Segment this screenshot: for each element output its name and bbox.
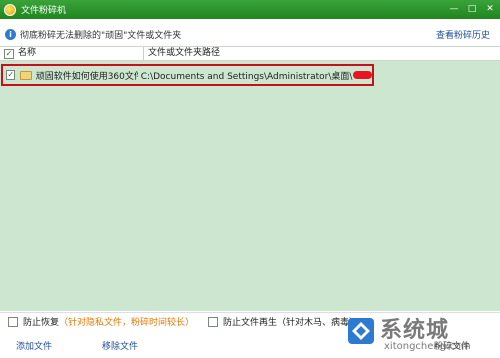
- shredder-app-icon: [4, 3, 16, 16]
- table-row[interactable]: ✓ 顽固软件如何使用360文件... C:\Documents and Sett…: [1, 64, 374, 86]
- file-path: C:\Documents and Settings\Administrator\…: [140, 71, 353, 82]
- title-bar: 文件粉碎机 — □ ✕: [0, 0, 500, 19]
- prevent-recovery-label: 防止恢复（针对隐私文件，粉碎时间较长）: [23, 315, 194, 328]
- row-checkbox[interactable]: ✓: [6, 70, 16, 80]
- folder-icon: [20, 70, 32, 80]
- select-all-checkbox[interactable]: ✓: [4, 48, 14, 59]
- info-text: 彻底粉碎无法删除的"顽固"文件或文件夹: [20, 30, 182, 41]
- prevent-regen-label: 防止文件再生（针对木马、病毒）: [223, 318, 359, 328]
- remove-file-button[interactable]: 移除文件: [102, 339, 138, 352]
- column-header-path[interactable]: 文件或文件夹路径: [148, 47, 220, 60]
- watermark-logo-icon: [348, 318, 374, 344]
- info-bar: i 彻底粉碎无法删除的"顽固"文件或文件夹 查看粉碎历史: [0, 24, 500, 44]
- watermark-url: xitongcheng.com: [384, 341, 471, 352]
- watermark-title: 系统城: [380, 318, 450, 343]
- window-controls: — □ ✕: [446, 2, 498, 16]
- redaction-mark: [353, 71, 373, 79]
- close-button[interactable]: ✕: [482, 2, 498, 16]
- maximize-button[interactable]: □: [464, 2, 480, 16]
- prevent-recovery-text: 防止恢复: [23, 318, 60, 328]
- view-history-link[interactable]: 查看粉碎历史: [436, 28, 490, 41]
- column-header-name[interactable]: 名称: [18, 47, 144, 60]
- window-title: 文件粉碎机: [21, 6, 67, 16]
- file-list[interactable]: ✓ 顽固软件如何使用360文件... C:\Documents and Sett…: [0, 61, 500, 311]
- minimize-button[interactable]: —: [446, 2, 462, 16]
- file-name: 顽固软件如何使用360文件...: [35, 71, 138, 82]
- prevent-regen-checkbox[interactable]: [208, 316, 219, 327]
- prevent-recovery-note: （针对隐私文件，粉碎时间较长）: [59, 318, 195, 328]
- watermark: 系统城 xitongcheng.com: [346, 310, 496, 356]
- add-file-button[interactable]: 添加文件: [16, 339, 52, 352]
- info-icon: i: [5, 28, 16, 40]
- prevent-recovery-checkbox[interactable]: [8, 316, 18, 327]
- table-header: ✓ 名称 文件或文件夹路径: [0, 46, 500, 61]
